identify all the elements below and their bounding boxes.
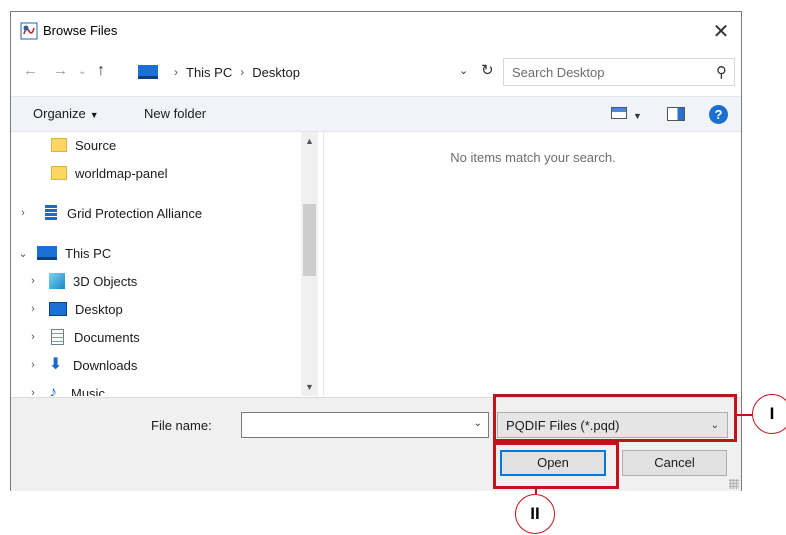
cancel-button[interactable]: Cancel [622, 450, 727, 476]
computer-icon [138, 65, 158, 79]
tree-item-3d-objects[interactable]: › 3D Objects [27, 270, 137, 292]
building-icon [45, 205, 57, 221]
breadcrumb-separator-icon: › [174, 65, 178, 79]
file-name-combobox[interactable]: ⌄ [241, 412, 489, 438]
address-dropdown-chevron-icon[interactable]: ⌄ [459, 64, 468, 77]
organize-button[interactable]: Organize ▼ [33, 106, 99, 121]
view-icon [611, 107, 627, 119]
expand-chevron-icon[interactable]: › [27, 331, 39, 343]
expand-chevron-icon[interactable]: › [27, 359, 39, 371]
help-icon[interactable]: ? [709, 105, 728, 124]
title-bar: Browse Files ✕ [11, 12, 741, 50]
expand-chevron-icon[interactable]: › [27, 387, 39, 396]
tree-item-label: Source [75, 137, 117, 153]
tree-item-desktop[interactable]: › Desktop [27, 298, 123, 320]
address-bar[interactable]: › This PC › Desktop [132, 58, 460, 86]
tree-item-music[interactable]: › ♪ Music [27, 382, 105, 397]
folder-icon [51, 166, 67, 180]
downloads-icon: ⬇ [49, 356, 63, 373]
tree-item-downloads[interactable]: › ⬇ Downloads [27, 354, 137, 376]
navigation-scrollbar[interactable]: ▲ ▼ [301, 132, 318, 396]
scroll-down-icon[interactable]: ▼ [305, 382, 314, 392]
breadcrumb-this-pc[interactable]: This PC [186, 65, 232, 80]
file-list-pane[interactable]: No items match your search. [324, 132, 742, 396]
computer-icon [37, 246, 57, 260]
new-folder-button[interactable]: New folder [144, 106, 206, 121]
resize-grip-icon[interactable] [729, 479, 739, 489]
forward-arrow-icon[interactable]: → [53, 62, 68, 79]
music-icon: ♪ [49, 384, 57, 397]
back-arrow-icon[interactable]: ← [23, 62, 38, 79]
tree-item-grid-protection-alliance[interactable]: › Grid Protection Alliance [17, 202, 202, 224]
tree-item-documents[interactable]: › Documents [27, 326, 140, 348]
expand-chevron-icon[interactable]: › [27, 303, 39, 315]
callout-marker-two: II [515, 494, 555, 534]
tree-item-worldmap-panel[interactable]: worldmap-panel [51, 162, 168, 184]
preview-pane-icon[interactable] [667, 107, 685, 121]
command-toolbar: Organize ▼ New folder ▼ ? [11, 96, 741, 132]
callout-marker-one: I [752, 394, 786, 434]
scroll-up-icon[interactable]: ▲ [305, 136, 314, 146]
folder-icon [51, 138, 67, 152]
tree-item-label: Music [71, 385, 105, 397]
caret-down-icon: ▼ [633, 111, 642, 121]
search-input[interactable] [512, 63, 702, 81]
file-name-label: File name: [151, 418, 212, 433]
file-type-highlight-box [493, 394, 737, 442]
scrollbar-thumb[interactable] [303, 204, 316, 276]
desktop-icon [49, 302, 67, 316]
dialog-title: Browse Files [43, 23, 118, 38]
app-icon [20, 22, 38, 40]
tree-item-label: worldmap-panel [75, 165, 168, 181]
expand-chevron-icon[interactable]: › [17, 207, 29, 219]
tree-item-source[interactable]: Source [51, 134, 116, 156]
chevron-down-icon[interactable]: ⌄ [474, 418, 482, 429]
callout-connector [737, 414, 752, 416]
file-name-input[interactable] [246, 414, 464, 436]
up-arrow-icon[interactable]: ↑ [97, 62, 105, 80]
search-box[interactable]: ⚲ [503, 58, 735, 86]
search-icon[interactable]: ⚲ [716, 63, 727, 81]
caret-down-icon: ▼ [89, 110, 99, 120]
recent-locations-chevron-icon[interactable]: ⌄ [78, 66, 86, 77]
3d-objects-icon [49, 273, 65, 289]
open-button-highlight-box [493, 442, 619, 489]
expand-chevron-icon[interactable]: › [27, 275, 39, 287]
documents-icon [51, 329, 64, 345]
close-button[interactable]: ✕ [707, 17, 735, 45]
tree-item-label: Downloads [73, 357, 138, 373]
breadcrumb-separator-icon: › [240, 65, 245, 79]
collapse-chevron-icon[interactable]: ⌄ [17, 247, 29, 260]
tree-item-label: Desktop [75, 301, 123, 317]
organize-label: Organize [33, 106, 86, 121]
address-row: ← → ⌄ ↑ › This PC › Desktop ⌄ ↻ ⚲ [11, 58, 741, 88]
navigation-pane: Source worldmap-panel › Grid Protection … [11, 132, 321, 397]
refresh-icon[interactable]: ↻ [481, 61, 494, 79]
change-view-button[interactable]: ▼ [611, 107, 642, 122]
tree-item-label: This PC [65, 245, 112, 261]
tree-item-label: Documents [74, 329, 140, 345]
breadcrumb-desktop[interactable]: Desktop [252, 65, 300, 80]
tree-item-label: Grid Protection Alliance [67, 205, 203, 221]
tree-item-label: 3D Objects [73, 273, 138, 289]
empty-results-message: No items match your search. [450, 150, 616, 165]
tree-item-this-pc[interactable]: ⌄ This PC [17, 242, 111, 264]
